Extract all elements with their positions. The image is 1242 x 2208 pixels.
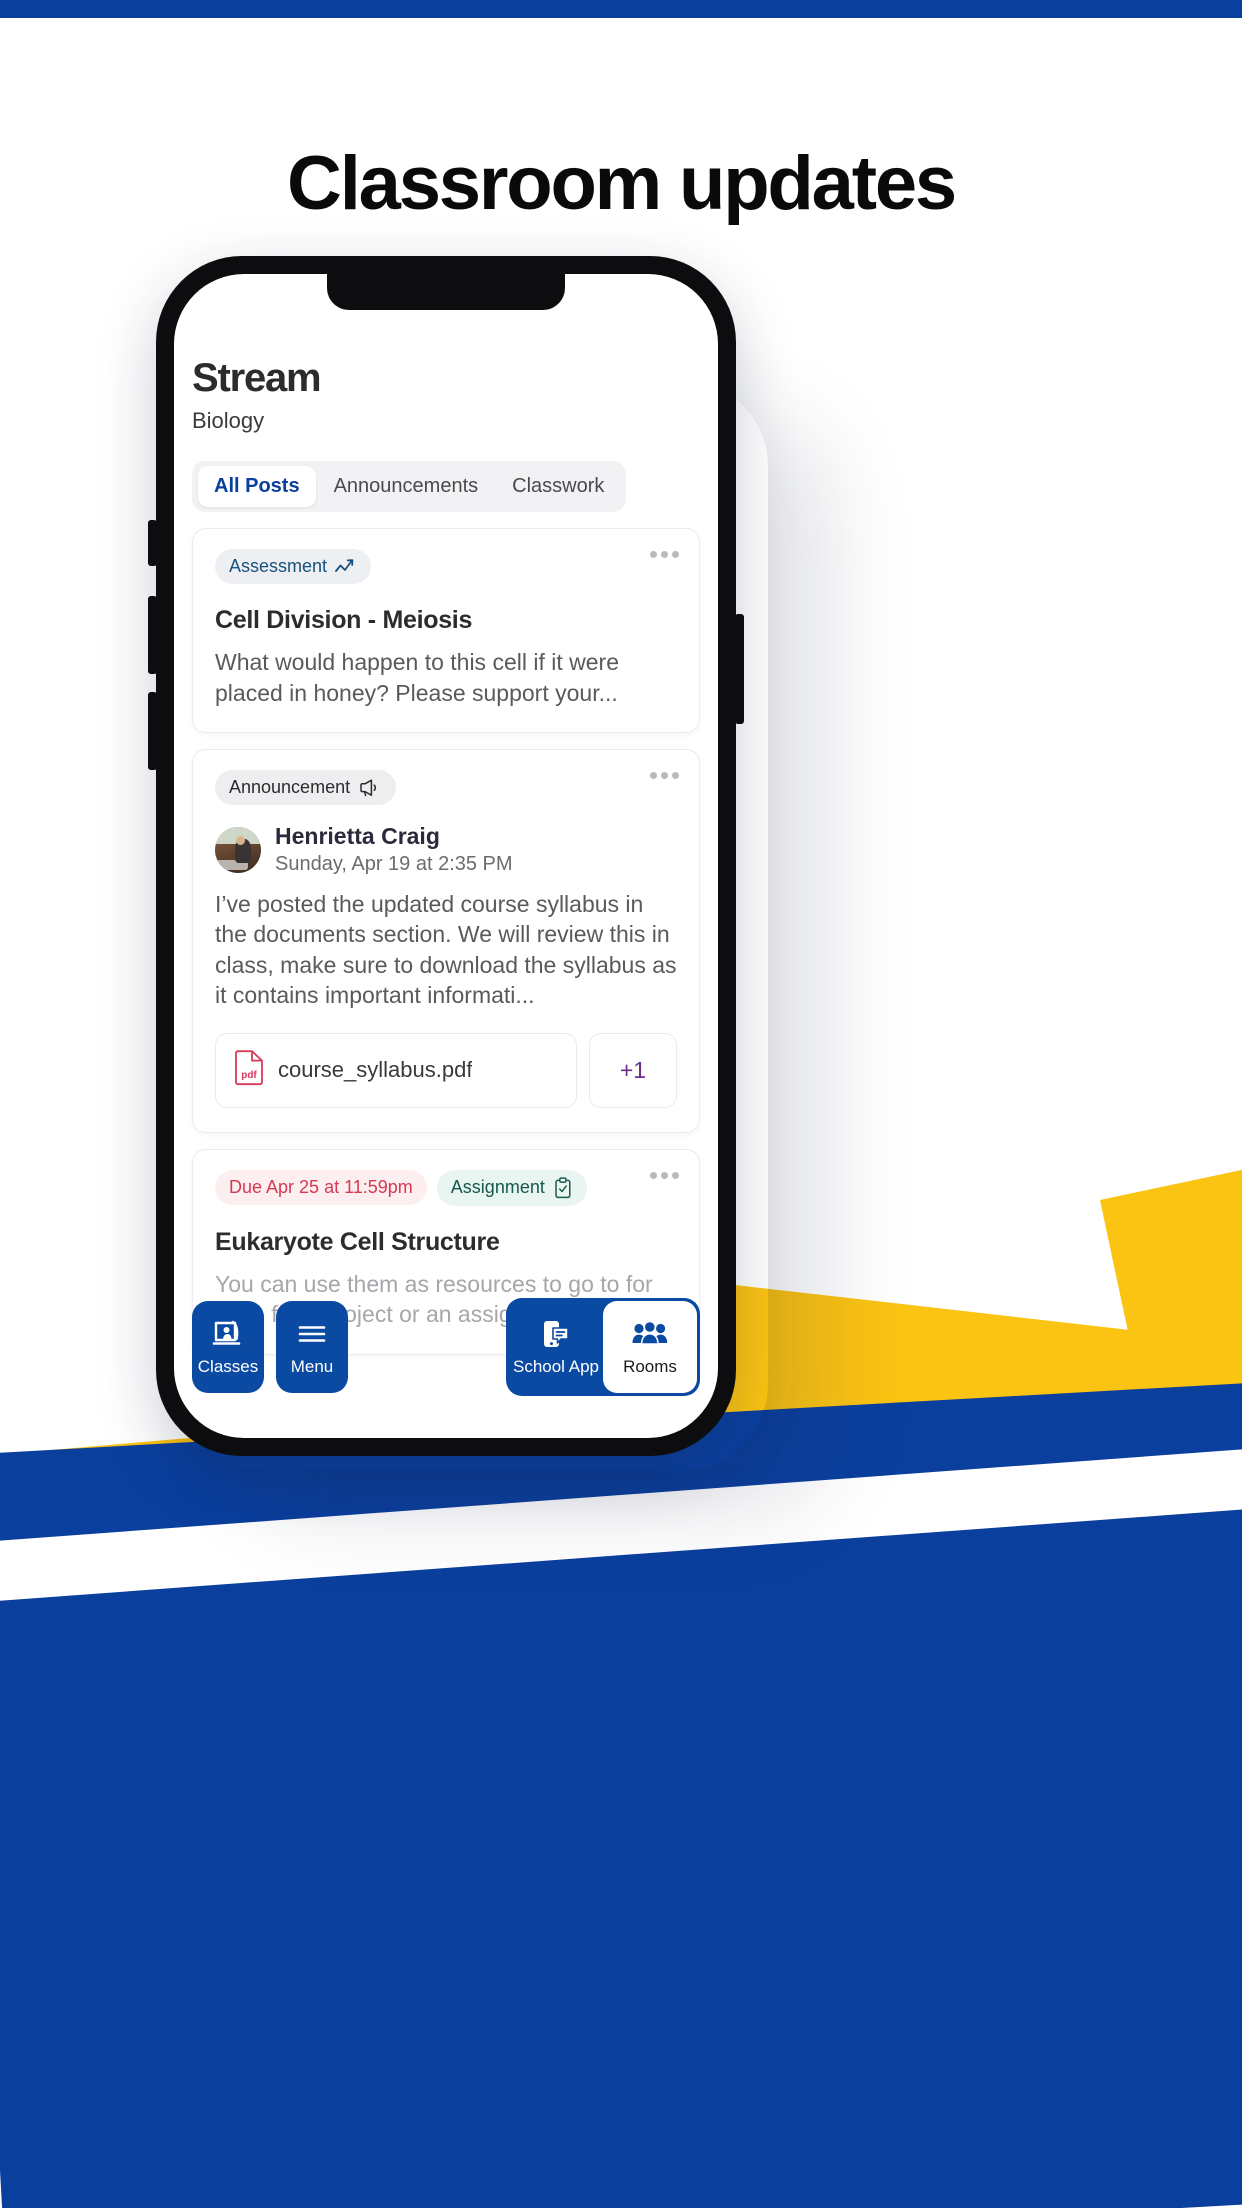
school-app-icon xyxy=(540,1317,572,1351)
more-options-icon[interactable] xyxy=(650,1171,679,1179)
nav-group-right: School App Rooms xyxy=(506,1298,700,1396)
phone-volume-down-button xyxy=(148,692,157,770)
svg-text:pdf: pdf xyxy=(241,1070,257,1081)
nav-button-classes[interactable]: Classes xyxy=(192,1301,264,1393)
tab-classwork[interactable]: Classwork xyxy=(496,466,620,507)
status-badge-assignment: Assignment xyxy=(436,1169,587,1206)
badge-row: Announcement xyxy=(215,770,677,806)
nav-button-school-app[interactable]: School App xyxy=(509,1301,603,1393)
assignment-badge-label: Assignment xyxy=(450,1177,545,1198)
badge-row: Assessment xyxy=(215,549,677,584)
post-body: What would happen to this cell if it wer… xyxy=(215,649,619,706)
badge-row: Due Apr 25 at 11:59pm Assignment xyxy=(215,1169,677,1206)
attachment-row: pdf course_syllabus.pdf +1 xyxy=(215,1032,677,1108)
page-title: Classroom updates xyxy=(287,141,957,226)
course-name: Biology xyxy=(192,408,265,433)
filter-tabs: All Posts Announcements Classwork xyxy=(192,461,627,512)
people-group-icon xyxy=(632,1317,668,1351)
avatar xyxy=(215,826,261,873)
nav-button-menu[interactable]: Menu xyxy=(276,1301,348,1393)
post-body: I’ve posted the updated course syllabus … xyxy=(215,890,677,1009)
screenshot-root: Classroom updates Stream Biology All Pos… xyxy=(0,0,1242,2208)
clipboard-check-icon xyxy=(553,1177,573,1199)
post-card-announcement[interactable]: Announcement Henrietta Craig Sunday, Apr… xyxy=(192,749,700,1133)
nav-label-school-app: School App xyxy=(512,1357,599,1376)
page-heading: Stream xyxy=(192,356,322,400)
status-badge-assessment: Assessment xyxy=(215,549,372,584)
phone-mute-switch xyxy=(148,520,157,566)
bottom-navigation-bar: Classes Menu School App Rooms xyxy=(174,1298,718,1396)
post-card-assessment[interactable]: Assessment Cell Division - Meiosis What … xyxy=(192,528,700,734)
classes-icon xyxy=(211,1317,245,1351)
due-date-badge: Due Apr 25 at 11:59pm xyxy=(215,1170,427,1206)
attachment-filename: course_syllabus.pdf xyxy=(278,1057,473,1083)
nav-label-rooms: Rooms xyxy=(623,1357,677,1376)
more-options-icon[interactable] xyxy=(650,772,679,780)
nav-label-menu: Menu xyxy=(290,1357,334,1376)
post-title: Eukaryote Cell Structure xyxy=(215,1227,500,1256)
nav-button-rooms[interactable]: Rooms xyxy=(603,1301,697,1393)
post-author-row: Henrietta Craig Sunday, Apr 19 at 2:35 P… xyxy=(215,823,677,876)
hamburger-menu-icon xyxy=(296,1317,328,1351)
author-name: Henrietta Craig xyxy=(275,823,440,850)
megaphone-icon xyxy=(358,779,382,797)
attachment-item[interactable]: pdf course_syllabus.pdf xyxy=(215,1032,577,1108)
phone-volume-up-button xyxy=(148,596,157,674)
announcement-badge-label: Announcement xyxy=(229,777,351,798)
top-accent-bar xyxy=(0,0,1242,18)
post-title: Cell Division - Meiosis xyxy=(215,606,473,634)
app-content: Stream Biology All Posts Announcements C… xyxy=(174,274,718,1438)
tab-announcements[interactable]: Announcements xyxy=(318,466,495,507)
tab-all-posts[interactable]: All Posts xyxy=(198,466,316,507)
attachment-more-count[interactable]: +1 xyxy=(589,1032,677,1108)
analytics-icon xyxy=(335,558,357,576)
phone-screen: Stream Biology All Posts Announcements C… xyxy=(174,274,718,1438)
assessment-badge-label: Assessment xyxy=(229,556,328,576)
status-badge-announcement: Announcement xyxy=(215,770,397,806)
pdf-file-icon: pdf xyxy=(234,1050,264,1091)
nav-label-classes: Classes xyxy=(197,1357,259,1376)
post-timestamp: Sunday, Apr 19 at 2:35 PM xyxy=(275,852,513,875)
phone-power-button xyxy=(735,614,744,724)
more-options-icon[interactable] xyxy=(650,551,679,558)
